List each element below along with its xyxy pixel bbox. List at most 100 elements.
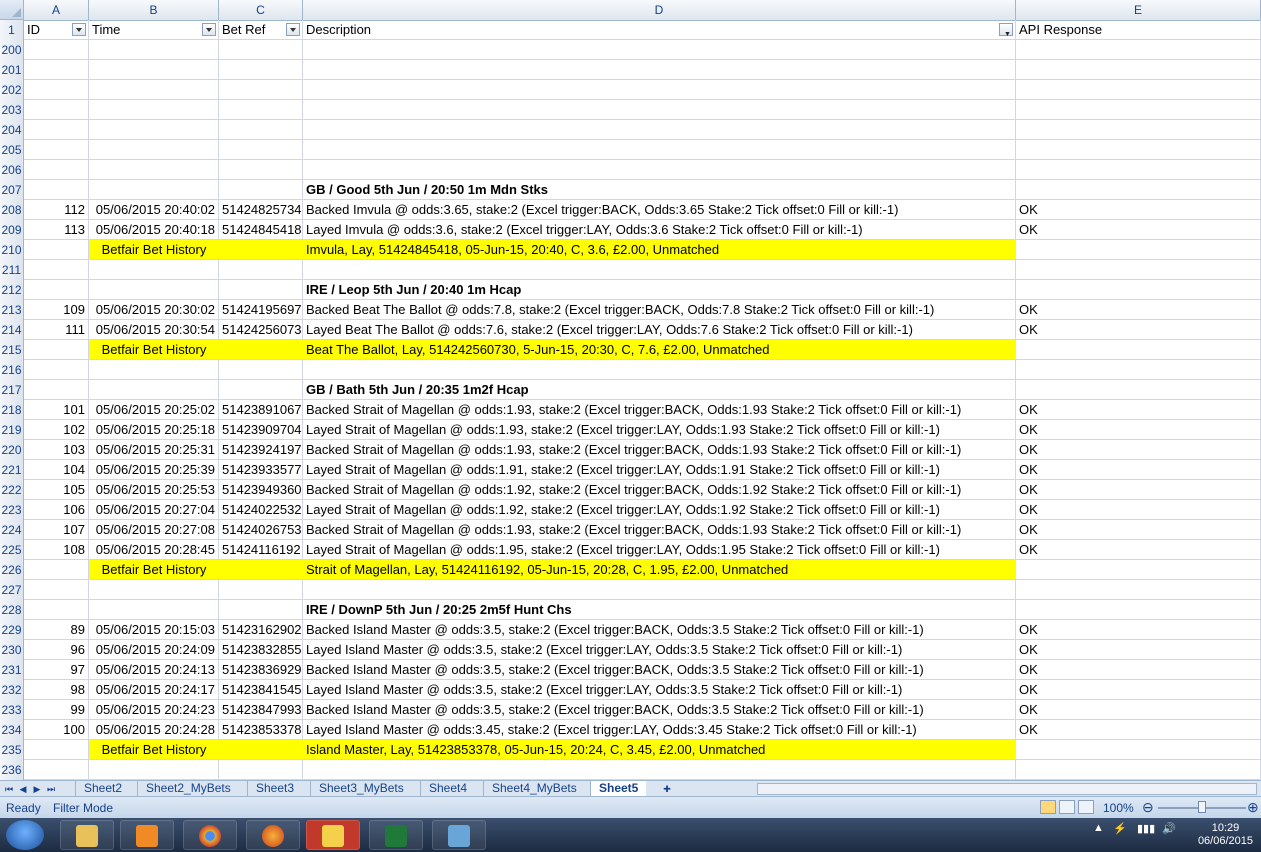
cell-bet-ref[interactable] bbox=[219, 260, 303, 279]
tab-sheet2[interactable]: Sheet2 bbox=[75, 781, 130, 796]
cell-bet-ref[interactable]: 51423909704 bbox=[219, 420, 303, 439]
cell-id[interactable]: 112 bbox=[24, 200, 89, 219]
tab-sheet5[interactable]: Sheet5 bbox=[590, 781, 647, 796]
row-number[interactable]: 235 bbox=[0, 740, 24, 760]
cell-api-response[interactable]: OK bbox=[1016, 300, 1261, 319]
header-api-response[interactable]: API Response bbox=[1016, 20, 1261, 39]
row-number[interactable]: 207 bbox=[0, 180, 24, 200]
cell-id[interactable]: 107 bbox=[24, 520, 89, 539]
cell-id[interactable]: 96 bbox=[24, 640, 89, 659]
cell-api-response[interactable]: OK bbox=[1016, 540, 1261, 559]
cell-api-response[interactable] bbox=[1016, 100, 1261, 119]
cell-time[interactable] bbox=[89, 60, 219, 79]
cell-api-response[interactable] bbox=[1016, 340, 1261, 359]
cell-time[interactable]: 05/06/2015 20:30:02 bbox=[89, 300, 219, 319]
cell-time[interactable] bbox=[89, 380, 219, 399]
betting-app-taskbar-button[interactable] bbox=[306, 820, 360, 850]
cell-history-label[interactable]: Betfair Bet History bbox=[89, 740, 219, 759]
cell-description[interactable]: Imvula, Lay, 51424845418, 05-Jun-15, 20:… bbox=[303, 240, 1016, 259]
cell-time[interactable]: 05/06/2015 20:15:03 bbox=[89, 620, 219, 639]
row-number[interactable]: 206 bbox=[0, 160, 24, 180]
row-number[interactable]: 221 bbox=[0, 460, 24, 480]
zoom-in-icon[interactable]: ⊕ bbox=[1247, 799, 1259, 816]
cell-api-response[interactable] bbox=[1016, 160, 1261, 179]
row-number[interactable]: 1 bbox=[0, 20, 24, 40]
cell-description[interactable] bbox=[303, 360, 1016, 379]
cell-bet-ref[interactable] bbox=[219, 120, 303, 139]
cell-id[interactable] bbox=[24, 580, 89, 599]
cell-bet-ref[interactable]: 51424195697 bbox=[219, 300, 303, 319]
cell-time[interactable]: 05/06/2015 20:24:09 bbox=[89, 640, 219, 659]
cell-id[interactable]: 98 bbox=[24, 680, 89, 699]
cell-bet-ref[interactable]: 51424022532 bbox=[219, 500, 303, 519]
cell-id[interactable]: 108 bbox=[24, 540, 89, 559]
cell-api-response[interactable] bbox=[1016, 360, 1261, 379]
header-description[interactable]: Description bbox=[303, 20, 1016, 45]
cell-time[interactable] bbox=[89, 160, 219, 179]
zoom-level[interactable]: 100% bbox=[1103, 801, 1134, 815]
cell-bet-ref[interactable]: 51423853378 bbox=[219, 720, 303, 739]
cell-description[interactable]: Backed Island Master @ odds:3.5, stake:2… bbox=[303, 700, 1016, 719]
row-number[interactable]: 211 bbox=[0, 260, 24, 280]
cell-time[interactable]: 05/06/2015 20:24:17 bbox=[89, 680, 219, 699]
row-number[interactable]: 218 bbox=[0, 400, 24, 420]
row-number[interactable]: 217 bbox=[0, 380, 24, 400]
tray-power-icon[interactable]: ⚡ bbox=[1113, 822, 1127, 835]
cell-bet-ref[interactable] bbox=[219, 80, 303, 99]
tray-signal-icon[interactable]: ▮▮▮ bbox=[1137, 822, 1155, 835]
row-number[interactable]: 201 bbox=[0, 60, 24, 80]
cell-description[interactable] bbox=[303, 760, 1016, 779]
cell-api-response[interactable] bbox=[1016, 80, 1261, 99]
tab-sheet3-mybets[interactable]: Sheet3_MyBets bbox=[310, 781, 412, 796]
cell-bet-ref[interactable]: 51424026753 bbox=[219, 520, 303, 539]
cell-time[interactable]: 05/06/2015 20:25:02 bbox=[89, 400, 219, 419]
row-number[interactable]: 209 bbox=[0, 220, 24, 240]
cell-description[interactable] bbox=[303, 580, 1016, 599]
cell-race-title[interactable]: IRE / DownP 5th Jun / 20:25 2m5f Hunt Ch… bbox=[303, 600, 1016, 619]
cell-bet-ref[interactable] bbox=[219, 580, 303, 599]
cell-time[interactable]: 05/06/2015 20:25:39 bbox=[89, 460, 219, 479]
cell-api-response[interactable] bbox=[1016, 280, 1261, 299]
row-number[interactable]: 233 bbox=[0, 700, 24, 720]
row-number[interactable]: 226 bbox=[0, 560, 24, 580]
cell-description[interactable]: Backed Strait of Magellan @ odds:1.93, s… bbox=[303, 520, 1016, 539]
header-bet-ref[interactable]: Bet Ref bbox=[219, 20, 303, 39]
cell-description[interactable] bbox=[303, 60, 1016, 79]
filter-dropdown-icon[interactable] bbox=[72, 23, 86, 36]
cell-api-response[interactable] bbox=[1016, 600, 1261, 619]
cell-time[interactable]: 05/06/2015 20:27:04 bbox=[89, 500, 219, 519]
cell-time[interactable]: 05/06/2015 20:40:02 bbox=[89, 200, 219, 219]
row-number[interactable]: 222 bbox=[0, 480, 24, 500]
row-number[interactable]: 236 bbox=[0, 760, 24, 780]
row-number[interactable]: 202 bbox=[0, 80, 24, 100]
cell-description[interactable]: Backed Strait of Magellan @ odds:1.93, s… bbox=[303, 400, 1016, 419]
cell-id[interactable] bbox=[24, 280, 89, 299]
cell-api-response[interactable] bbox=[1016, 380, 1261, 399]
cell-id[interactable] bbox=[24, 140, 89, 159]
row-number[interactable]: 205 bbox=[0, 140, 24, 160]
cell-api-response[interactable] bbox=[1016, 240, 1261, 259]
cell-history-label[interactable]: Betfair Bet History bbox=[89, 560, 219, 579]
cell-description[interactable]: Backed Strait of Magellan @ odds:1.92, s… bbox=[303, 480, 1016, 499]
cell-id[interactable]: 97 bbox=[24, 660, 89, 679]
cell-id[interactable]: 101 bbox=[24, 400, 89, 419]
cell-api-response[interactable]: OK bbox=[1016, 320, 1261, 339]
page-break-view-button[interactable] bbox=[1078, 800, 1094, 814]
cell-description[interactable]: Backed Imvula @ odds:3.65, stake:2 (Exce… bbox=[303, 200, 1016, 219]
cell-time[interactable] bbox=[89, 580, 219, 599]
cell-bet-ref[interactable] bbox=[219, 600, 303, 619]
cell-time[interactable] bbox=[89, 40, 219, 59]
cell-bet-ref[interactable]: 51423949360 bbox=[219, 480, 303, 499]
cell-id[interactable]: 109 bbox=[24, 300, 89, 319]
header-time[interactable]: Time bbox=[89, 20, 219, 39]
row-number[interactable]: 210 bbox=[0, 240, 24, 260]
cell-bet-ref[interactable] bbox=[219, 180, 303, 199]
cell-description[interactable]: Layed Strait of Magellan @ odds:1.91, st… bbox=[303, 460, 1016, 479]
row-number[interactable]: 234 bbox=[0, 720, 24, 740]
excel-taskbar-button[interactable] bbox=[369, 820, 423, 850]
cell-api-response[interactable] bbox=[1016, 260, 1261, 279]
next-sheet-icon[interactable]: ▶ bbox=[31, 783, 43, 795]
row-number[interactable]: 231 bbox=[0, 660, 24, 680]
cell-description[interactable]: Island Master, Lay, 51423853378, 05-Jun-… bbox=[303, 740, 1016, 759]
cell-api-response[interactable] bbox=[1016, 140, 1261, 159]
